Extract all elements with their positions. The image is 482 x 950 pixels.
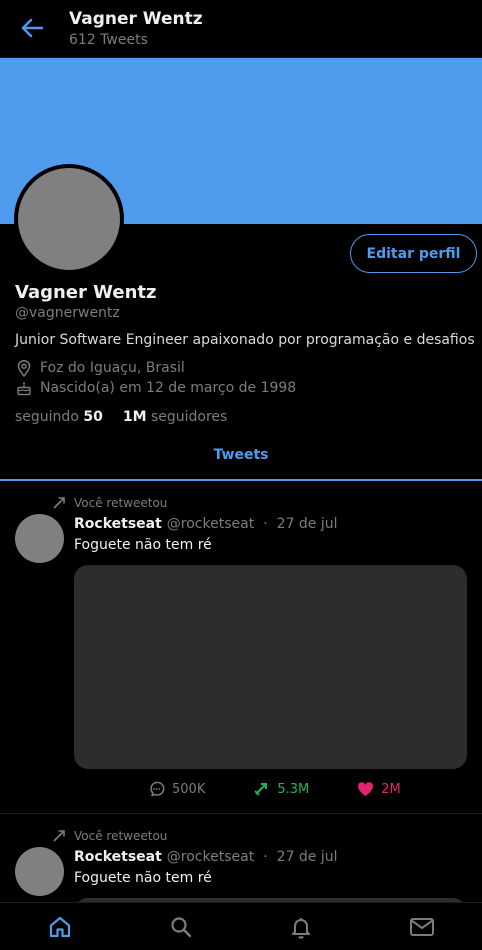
separator-dot: · [263, 849, 268, 865]
tweet-item[interactable]: Você retweetou Rocketseat @rocketseat · … [0, 482, 482, 814]
retweet-label: Você retweetou [74, 496, 168, 510]
edit-profile-button[interactable]: Editar perfil [350, 234, 477, 273]
profile-header: Vagner Wentz 612 Tweets [0, 0, 482, 58]
profile-avatar[interactable] [14, 164, 124, 274]
rocket-icon [253, 780, 271, 798]
tweet-header: Rocketseat @rocketseat · 27 de jul [74, 849, 338, 865]
tweet-date: 27 de jul [276, 516, 338, 532]
tweet-actions: 500K 5.3M 2M [148, 780, 408, 798]
tweet-avatar[interactable] [15, 514, 64, 563]
tweet-author[interactable]: Rocketseat [74, 516, 162, 532]
birthday-text: Nascido(a) em 12 de março de 1998 [40, 380, 297, 396]
nav-notifications[interactable] [241, 903, 362, 950]
profile-bio: Junior Software Engineer apaixonado por … [15, 332, 475, 348]
retweet-indicator: Você retweetou [52, 829, 167, 843]
followers-label: seguidores [150, 409, 228, 425]
tweet-avatar[interactable] [15, 847, 64, 896]
tweet-date: 27 de jul [276, 849, 338, 865]
tweet-header: Rocketseat @rocketseat · 27 de jul [74, 516, 338, 532]
home-icon [50, 916, 71, 937]
following-link[interactable]: seguindo 50 [15, 409, 103, 425]
birthday-row: Nascido(a) em 12 de março de 1998 [15, 379, 296, 397]
bell-icon [292, 917, 311, 939]
followers-count: 1M [122, 409, 147, 425]
tweet-author[interactable]: Rocketseat [74, 849, 162, 865]
retweet-button[interactable]: 5.3M [253, 780, 309, 798]
comment-button[interactable]: 500K [148, 780, 205, 798]
nav-search[interactable] [121, 903, 242, 950]
back-button[interactable] [18, 14, 46, 42]
like-count: 2M [381, 781, 401, 797]
like-button[interactable]: 2M [357, 780, 401, 798]
tweet-handle: @rocketseat [166, 849, 255, 865]
profile-name: Vagner Wentz [15, 282, 157, 303]
location-pin-icon [15, 359, 33, 377]
retweet-icon [52, 829, 66, 843]
search-icon [171, 916, 191, 937]
follow-stats: seguindo 50 1M seguidores [15, 409, 227, 425]
following-count: 50 [83, 409, 103, 425]
retweet-count: 5.3M [277, 781, 310, 797]
tweet-text: Foguete não tem ré [74, 537, 212, 553]
tweet-count: 612 Tweets [69, 32, 148, 48]
nav-messages[interactable] [362, 903, 482, 950]
tweet-handle: @rocketseat [166, 516, 255, 532]
following-label: seguindo [15, 409, 79, 425]
tab-tweets[interactable]: Tweets [0, 437, 482, 481]
bottom-nav [0, 902, 482, 950]
tab-tweets-label: Tweets [213, 447, 269, 463]
comment-icon [148, 780, 166, 798]
header-title: Vagner Wentz [69, 9, 203, 29]
separator-dot: · [263, 516, 268, 532]
nav-home[interactable] [0, 903, 121, 950]
location-text: Foz do Iguaçu, Brasil [40, 360, 185, 376]
location-row: Foz do Iguaçu, Brasil [15, 359, 185, 377]
cake-icon [15, 379, 33, 397]
followers-link[interactable]: 1M seguidores [123, 409, 228, 425]
comment-count: 500K [172, 781, 206, 797]
retweet-label: Você retweetou [74, 829, 168, 843]
retweet-icon [52, 496, 66, 510]
retweet-indicator: Você retweetou [52, 496, 167, 510]
arrow-left-icon [21, 19, 43, 37]
profile-handle: @vagnerwentz [15, 305, 120, 321]
heart-icon [357, 780, 375, 798]
tweet-media[interactable] [74, 565, 467, 769]
tweet-text: Foguete não tem ré [74, 870, 212, 886]
mail-icon [409, 917, 434, 936]
